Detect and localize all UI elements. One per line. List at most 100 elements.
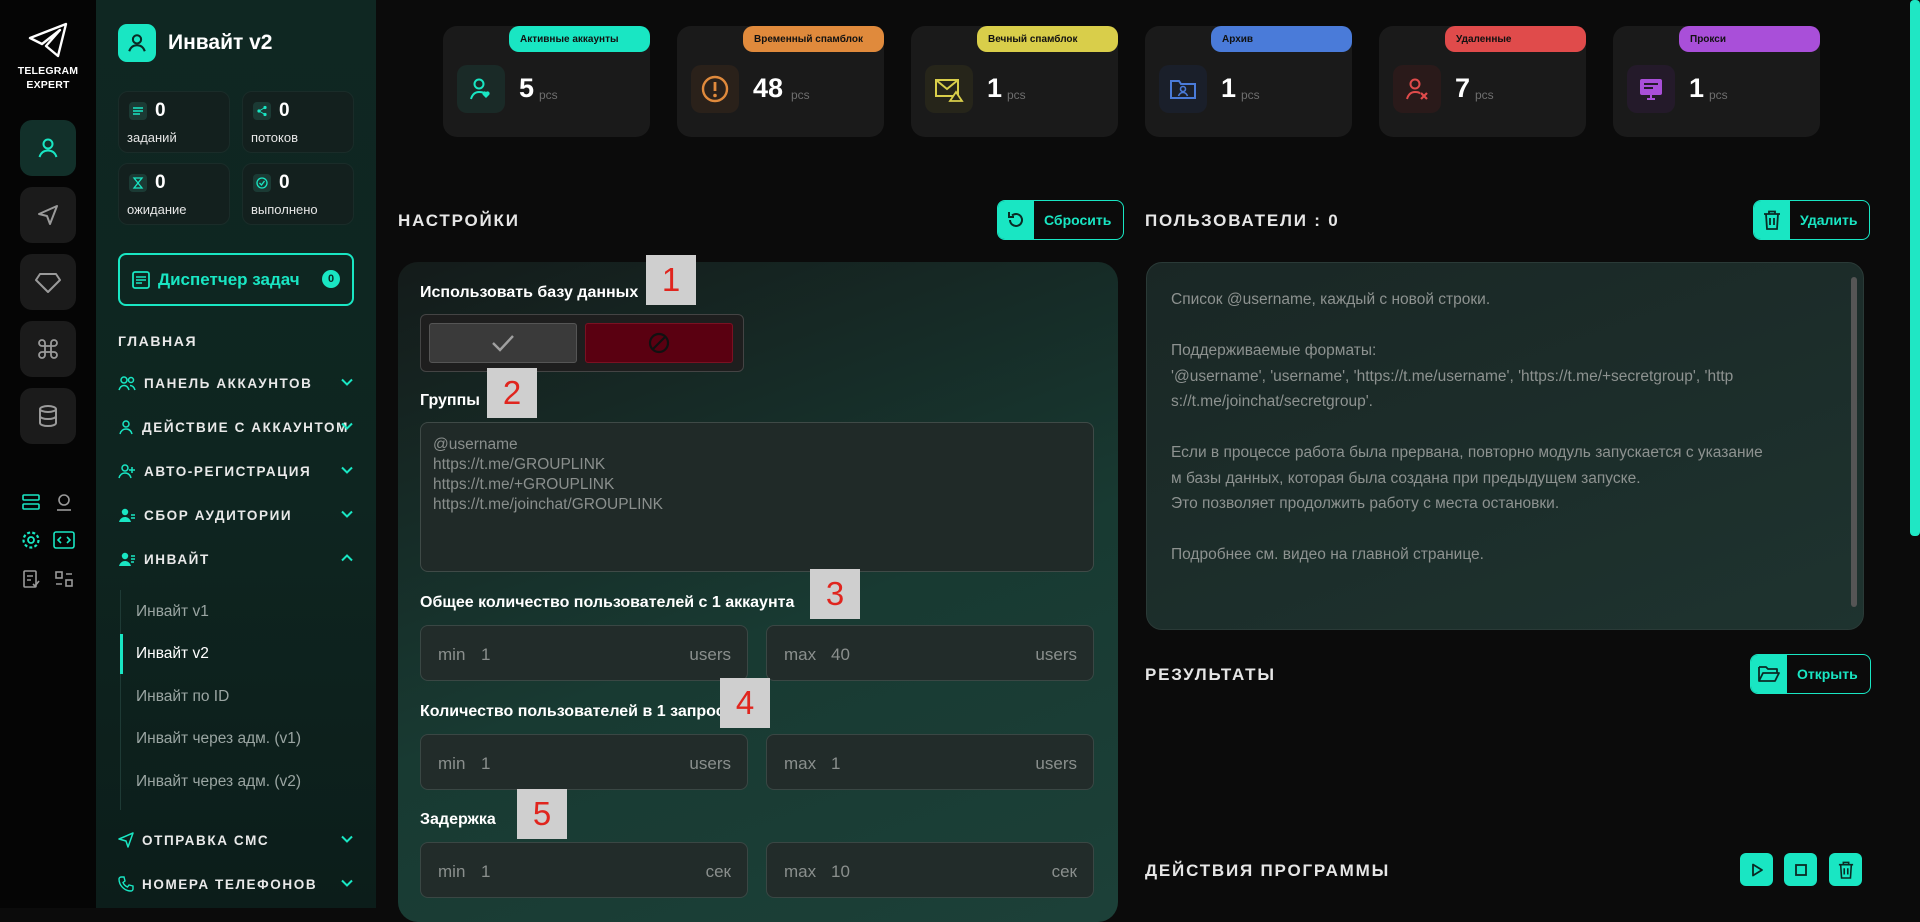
play-button[interactable] bbox=[1740, 853, 1773, 886]
chevron-down-icon bbox=[341, 466, 353, 474]
nav-account-action-label: ДЕЙСТВИЕ С АККАУНТОМ bbox=[142, 419, 349, 435]
delete-users-button[interactable]: Удалить bbox=[1753, 200, 1871, 240]
card-deleted-label: Удаленные bbox=[1445, 26, 1586, 52]
users-scrollbar[interactable] bbox=[1851, 277, 1857, 607]
groups-placeholder: @username https://t.me/GROUPLINK https:/… bbox=[433, 436, 664, 513]
stop-button[interactable] bbox=[1784, 853, 1817, 886]
total-users-min-input[interactable]: min 1 users bbox=[420, 625, 748, 681]
dispatcher-icon bbox=[132, 270, 150, 289]
card-active-accounts-unit: pcs bbox=[539, 88, 558, 102]
card-perm-spamblock-unit: pcs bbox=[1007, 88, 1026, 102]
use-db-label: Использовать базу данных bbox=[420, 284, 639, 301]
groups-textarea[interactable]: @username https://t.me/GROUPLINK https:/… bbox=[420, 422, 1094, 572]
reset-button[interactable]: Сбросить bbox=[997, 200, 1125, 240]
total-users-max-label: max bbox=[784, 645, 817, 664]
card-deleted[interactable]: Удаленные 7 pcs bbox=[1379, 26, 1586, 137]
rail-list-button[interactable] bbox=[19, 490, 43, 514]
rail-accounts-button[interactable] bbox=[20, 120, 76, 176]
sub-invite-v1[interactable]: Инвайт v1 bbox=[120, 592, 370, 632]
delay-min-input[interactable]: min 1 сек bbox=[420, 842, 748, 898]
deleted-user-icon bbox=[1393, 65, 1441, 113]
use-db-no-button[interactable] bbox=[585, 323, 733, 363]
nav-phones-label: НОМЕРА ТЕЛЕФОНОВ bbox=[142, 876, 318, 892]
card-active-accounts[interactable]: Активные аккаунты 5 pcs bbox=[443, 26, 650, 137]
task-dispatcher-label: Диспетчер задач bbox=[158, 269, 300, 289]
trash-icon bbox=[1764, 210, 1780, 230]
location-icon bbox=[57, 494, 71, 511]
delay-max-unit: сек bbox=[1051, 862, 1077, 881]
nav-sms[interactable]: ОТПРАВКА СМС bbox=[118, 828, 354, 852]
rail-send-button[interactable] bbox=[20, 187, 76, 243]
card-proxy-unit: pcs bbox=[1709, 88, 1728, 102]
rail-code-button[interactable] bbox=[52, 528, 76, 552]
card-perm-spamblock[interactable]: Вечный спамблок 1 pcs bbox=[911, 26, 1118, 137]
chevron-down-icon bbox=[341, 422, 353, 430]
send-icon bbox=[118, 832, 134, 848]
card-archive-unit: pcs bbox=[1241, 88, 1260, 102]
rail-premium-button[interactable] bbox=[20, 254, 76, 310]
open-results-button-label: Открыть bbox=[1797, 666, 1858, 682]
active-user-icon bbox=[457, 65, 505, 113]
card-temp-spamblock-value: 48 bbox=[753, 73, 784, 103]
rail-database-button[interactable] bbox=[20, 388, 76, 444]
user-icon bbox=[38, 138, 58, 158]
task-dispatcher-button[interactable]: Диспетчер задач 0 bbox=[118, 253, 354, 306]
rail-settings-button[interactable] bbox=[19, 528, 43, 552]
tasks-icon bbox=[129, 102, 147, 120]
nav-auto-registration[interactable]: АВТО-РЕГИСТРАЦИЯ bbox=[118, 459, 354, 483]
per-request-max-label: max bbox=[784, 754, 817, 773]
use-db-yes-button[interactable] bbox=[429, 323, 577, 363]
module-title: Инвайт v2 bbox=[168, 31, 273, 54]
stat-waiting-value: 0 bbox=[155, 172, 166, 193]
sub-invite-admin-v1[interactable]: Инвайт через адм. (v1) bbox=[120, 719, 370, 759]
card-active-accounts-value: 5 bbox=[519, 73, 535, 103]
total-users-max-input[interactable]: max 40 users bbox=[766, 625, 1094, 681]
nav-invite[interactable]: ИНВАЙТ bbox=[118, 547, 354, 571]
stat-done-label: выполнено bbox=[251, 202, 318, 217]
sidebar-header: Инвайт v2 bbox=[118, 24, 272, 62]
reset-button-label: Сбросить bbox=[1044, 212, 1112, 228]
total-users-max-value: 40 bbox=[831, 645, 850, 664]
delay-label: Задержка bbox=[420, 811, 496, 828]
nav-sms-label: ОТПРАВКА СМС bbox=[142, 832, 270, 848]
clear-actions-button[interactable] bbox=[1829, 853, 1862, 886]
per-request-min-label: min bbox=[438, 754, 466, 773]
nav-accounts-panel[interactable]: ПАНЕЛЬ АККАУНТОВ bbox=[118, 371, 354, 395]
sub-invite-by-id[interactable]: Инвайт по ID bbox=[120, 677, 370, 717]
card-temp-spamblock[interactable]: Временный спамблок 48 pcs bbox=[677, 26, 884, 137]
rail-command-button[interactable] bbox=[20, 321, 76, 377]
total-users-min-unit: users bbox=[689, 645, 731, 664]
per-request-max-input[interactable]: max 1 users bbox=[766, 734, 1094, 790]
rail-tasks-button[interactable] bbox=[19, 567, 43, 591]
nav-account-action[interactable]: ДЕЙСТВИЕ С АККАУНТОМ bbox=[118, 415, 354, 439]
rail-transfer-button[interactable] bbox=[52, 567, 76, 591]
stat-done: 0 выполнено bbox=[242, 163, 354, 225]
annotation-tag-5: 5 bbox=[517, 789, 567, 839]
stat-threads: 0 потоков bbox=[242, 91, 354, 153]
stat-tasks: 0 заданий bbox=[118, 91, 230, 153]
users-icon bbox=[118, 376, 136, 391]
card-temp-spamblock-unit: pcs bbox=[791, 88, 810, 102]
per-request-label: Количество пользователей в 1 запросе bbox=[420, 703, 734, 720]
nav-phones[interactable]: НОМЕРА ТЕЛЕФОНОВ bbox=[118, 872, 354, 896]
card-archive[interactable]: Архив 1 pcs bbox=[1145, 26, 1352, 137]
sub-invite-v2[interactable]: Инвайт v2 bbox=[120, 634, 370, 674]
delay-max-label: max bbox=[784, 862, 817, 881]
annotation-tag-2: 2 bbox=[487, 368, 537, 418]
delay-max-input[interactable]: max 10 сек bbox=[766, 842, 1094, 898]
blocked-mail-icon bbox=[925, 65, 973, 113]
card-proxy[interactable]: Прокси 1 pcs bbox=[1613, 26, 1820, 137]
open-results-button[interactable]: Открыть bbox=[1750, 654, 1871, 694]
groups-label: Группы bbox=[420, 392, 480, 409]
nav-audience-collection[interactable]: СБОР АУДИТОРИИ bbox=[118, 503, 354, 527]
trash-icon bbox=[1838, 861, 1853, 879]
chevron-down-icon bbox=[341, 510, 353, 518]
rail-location-button[interactable] bbox=[52, 490, 76, 514]
per-request-min-input[interactable]: min 1 users bbox=[420, 734, 748, 790]
sub-invite-admin-v2[interactable]: Инвайт через адм. (v2) bbox=[120, 762, 370, 802]
delay-min-value: 1 bbox=[481, 862, 491, 881]
page-scrollbar[interactable] bbox=[1910, 0, 1920, 536]
card-perm-spamblock-label: Вечный спамблок bbox=[977, 26, 1118, 52]
users-textarea[interactable]: Список @username, каждый с новой строки.… bbox=[1146, 262, 1864, 630]
card-active-accounts-label: Активные аккаунты bbox=[509, 26, 650, 52]
